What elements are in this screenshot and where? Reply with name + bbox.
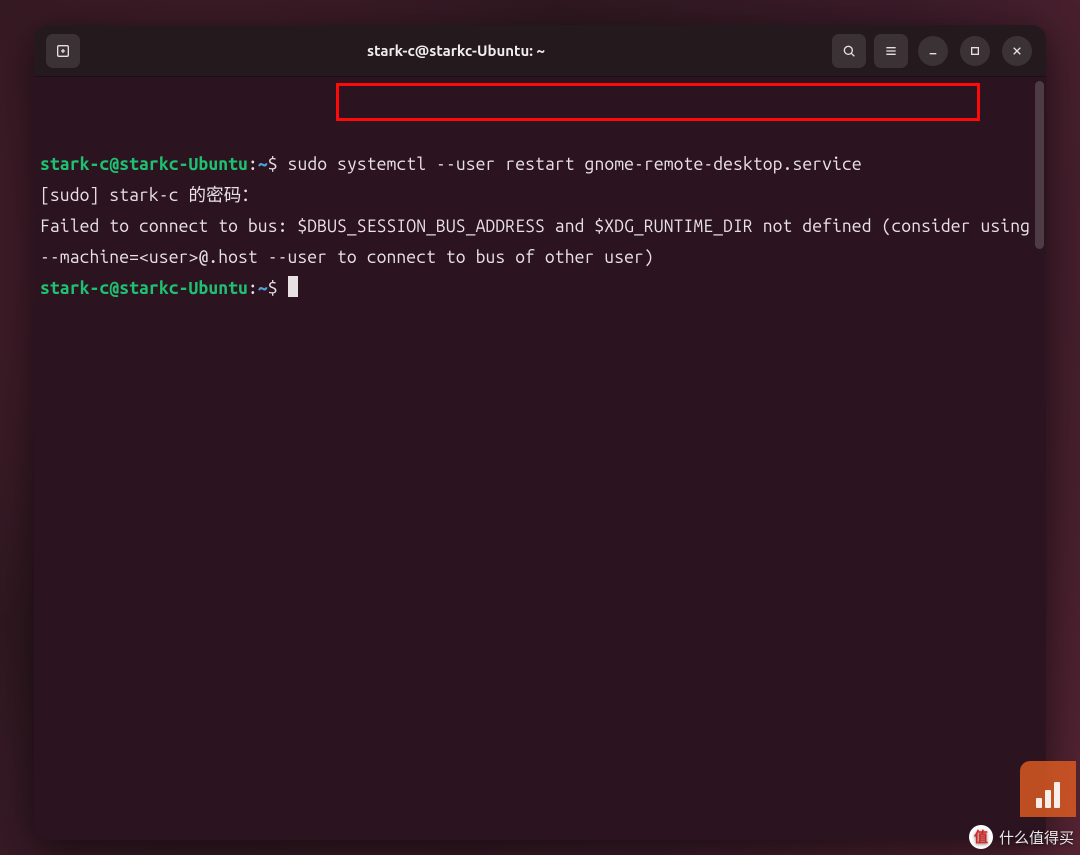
- command-highlight-box: [336, 83, 980, 121]
- prompt2-at: @: [109, 279, 119, 298]
- watermark-text: 什么值得买: [999, 827, 1074, 848]
- prompt-dollar: $: [268, 155, 288, 174]
- watermark: 值 什么值得买: [969, 825, 1074, 849]
- output-line-sudo: [sudo] stark-c 的密码：: [40, 186, 259, 205]
- prompt-path: ~: [258, 155, 268, 174]
- prompt-at: @: [109, 155, 119, 174]
- output-line-error: Failed to connect to bus: $DBUS_SESSION_…: [40, 217, 1040, 267]
- close-button[interactable]: [1002, 36, 1032, 66]
- terminal-window: stark-c@starkc-Ubuntu: ~ stark-c@starkc-…: [34, 25, 1046, 840]
- prompt-user: stark-c: [40, 155, 109, 174]
- watermark-badge: 值: [969, 825, 993, 849]
- minimize-button[interactable]: [918, 36, 948, 66]
- prompt2-user: stark-c: [40, 279, 109, 298]
- new-tab-button[interactable]: [46, 34, 80, 68]
- terminal-body[interactable]: stark-c@starkc-Ubuntu:~$ sudo systemctl …: [34, 77, 1046, 840]
- cursor-icon: [288, 276, 298, 297]
- titlebar: stark-c@starkc-Ubuntu: ~: [34, 25, 1046, 77]
- prompt2-colon: :: [248, 279, 258, 298]
- scrollbar-thumb[interactable]: [1035, 81, 1044, 249]
- command-text: sudo systemctl --user restart gnome-remo…: [288, 155, 862, 174]
- prompt2-host: starkc-Ubuntu: [119, 279, 248, 298]
- prompt-colon: :: [248, 155, 258, 174]
- prompt-host: starkc-Ubuntu: [119, 155, 248, 174]
- maximize-button[interactable]: [960, 36, 990, 66]
- menu-button[interactable]: [874, 34, 908, 68]
- prompt2-dollar: $: [268, 279, 288, 298]
- search-button[interactable]: [832, 34, 866, 68]
- system-indicator-icon: [1020, 761, 1076, 817]
- window-title: stark-c@starkc-Ubuntu: ~: [84, 42, 828, 59]
- prompt2-path: ~: [258, 279, 268, 298]
